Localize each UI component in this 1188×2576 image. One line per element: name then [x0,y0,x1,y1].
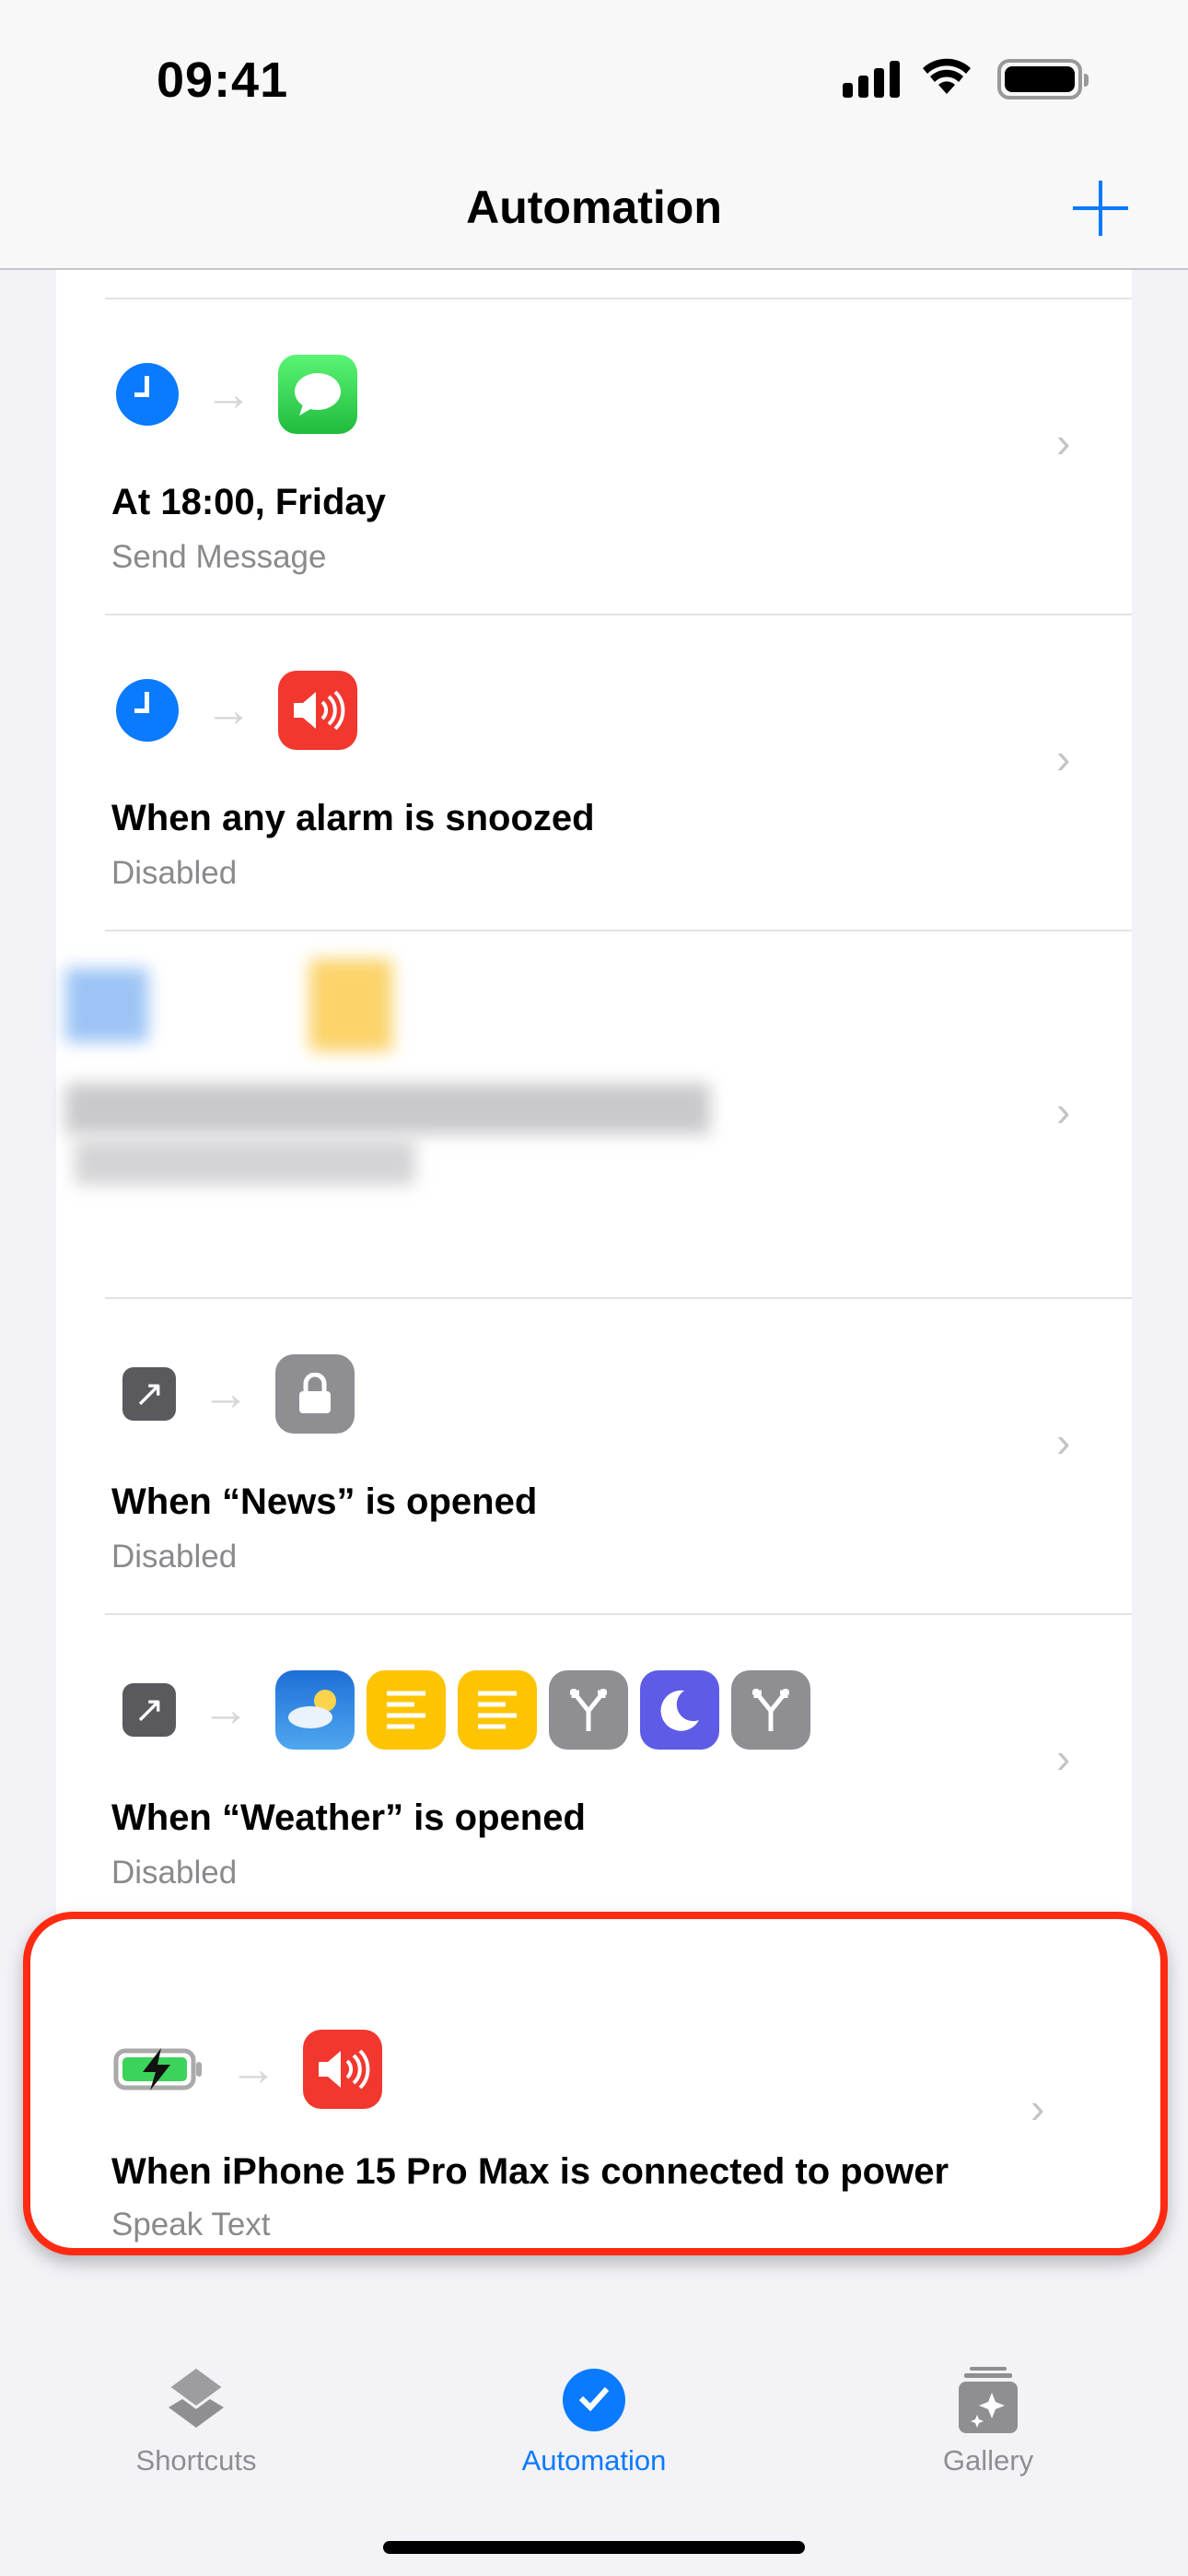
automation-row[interactable]: → › When any alarm is snoozed Disabled [56,615,1132,931]
chevron-right-icon: › [1056,1734,1071,1782]
automation-title: When any alarm is snoozed [111,798,595,838]
automation-subtitle: Disabled [111,1855,238,1891]
automation-check-icon [563,2369,625,2431]
arrow-right-icon: → [202,1683,250,1737]
app-open-icon: ↗ [122,1367,176,1421]
tab-shortcuts[interactable]: Shortcuts [58,2363,334,2476]
arrow-right-icon: → [202,1367,250,1421]
chevron-right-icon: › [1056,734,1071,782]
cellular-signal-icon [843,61,900,98]
automation-subtitle: Send Message [111,539,327,575]
arrow-right-icon: → [204,684,252,737]
chevron-right-icon: › [1031,2084,1045,2132]
automation-row-redacted[interactable]: › [56,931,1132,1298]
automation-subtitle: Disabled [111,1539,238,1575]
automation-title: When “Weather” is opened [111,1797,586,1838]
automation-list: → › At 18:00, Friday Send Message → › Wh… [56,270,1132,1914]
arrow-right-icon: → [229,2043,277,2096]
messages-app-icon [278,355,357,434]
lock-icon [275,1354,355,1434]
tab-gallery[interactable]: Gallery [850,2363,1126,2476]
automation-row[interactable]: → › At 18:00, Friday Send Message [56,299,1132,615]
redacted-text [75,1139,415,1185]
redacted-icon [309,959,392,1051]
text-icon [458,1670,537,1750]
redacted-icon [65,968,148,1042]
automation-subtitle: Speak Text [111,2207,271,2242]
arrow-right-icon: → [204,368,252,421]
tab-automation[interactable]: Automation [456,2363,732,2476]
automation-title: When “News” is opened [111,1481,538,1522]
text-icon [367,1670,446,1750]
header: 09:41 Automation [0,0,1188,270]
chevron-right-icon: › [1056,1418,1071,1466]
status-time: 09:41 [157,53,289,108]
if-branch-icon [549,1670,628,1750]
clock-icon [116,363,179,426]
automation-title: At 18:00, Friday [111,482,386,522]
tab-label: Gallery [942,2444,1034,2476]
highlighted-automation-row[interactable]: → › When iPhone 15 Pro Max is connected … [23,1912,1168,2255]
automation-row[interactable]: ↗ → › When “News” is opened Disabled [56,1299,1132,1614]
plus-icon[interactable] [1073,181,1128,236]
wifi-icon [923,58,971,94]
speak-text-icon [278,671,357,750]
page-title: Automation [466,181,722,233]
redacted-text [65,1083,710,1134]
charging-battery-icon [113,2048,202,2090]
weather-app-icon [275,1670,355,1750]
automation-title: When iPhone 15 Pro Max is connected to p… [111,2151,949,2192]
clock-icon [116,679,179,742]
focus-moon-icon [640,1670,719,1750]
app-open-icon: ↗ [122,1683,176,1737]
chevron-right-icon: › [1056,1087,1071,1135]
automation-subtitle: Disabled [111,855,238,891]
chevron-right-icon: › [1056,418,1071,466]
home-indicator[interactable] [383,2541,805,2554]
speak-text-icon [303,2030,382,2109]
tab-label: Automation [521,2444,667,2476]
automation-row[interactable]: ↗ → › When “Weather” is opened Disabled [56,1615,1132,1914]
tab-label: Shortcuts [135,2444,257,2476]
battery-icon [997,59,1089,100]
if-branch-icon [731,1670,810,1750]
layers-icon [166,2365,227,2428]
gallery-sparkle-icon [959,2367,1018,2433]
